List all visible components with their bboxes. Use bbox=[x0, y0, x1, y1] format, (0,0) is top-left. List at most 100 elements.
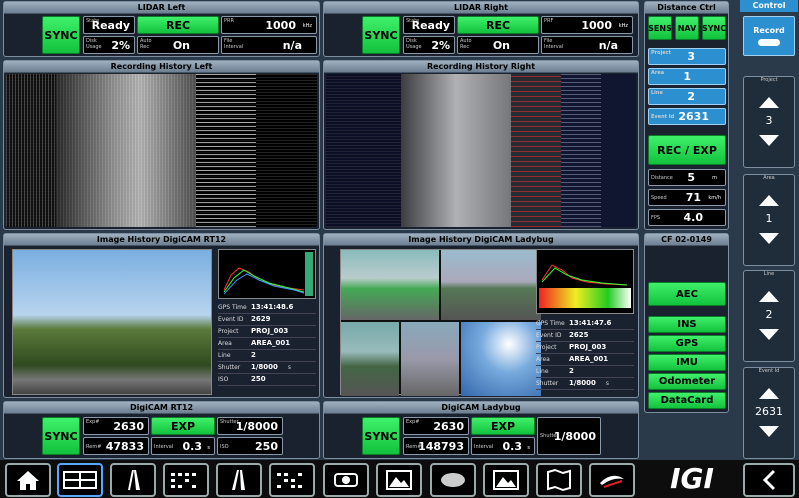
ladybug-info-table: GPS Time 13:41:47.6 Event ID 2625 Project P… bbox=[536, 318, 634, 390]
odometer-button[interactable]: Odometer bbox=[648, 373, 726, 390]
rt12-interval-field: Interval 0.3 s bbox=[151, 437, 215, 455]
event-up-button[interactable] bbox=[744, 374, 794, 405]
event-value: 2631 bbox=[755, 405, 783, 418]
distance-ctrl-title: Distance Ctrl bbox=[645, 2, 728, 14]
line-down-button[interactable] bbox=[744, 321, 794, 348]
lidar-right-prf-field: PRF 1000 kHz bbox=[541, 16, 633, 34]
digicam-ladybug-panel: DigiCAM Ladybug SYNC Exp# 2630 EXP Shutte… bbox=[323, 401, 639, 459]
image-history-rt12-title: Image History DigiCAM RT12 bbox=[4, 234, 319, 246]
lidar-left-rec-button[interactable]: REC bbox=[137, 16, 219, 34]
line-value: 2 bbox=[765, 308, 773, 321]
road2-icon[interactable] bbox=[216, 463, 262, 497]
digicam-rt12-sync-button[interactable]: SYNC bbox=[42, 417, 80, 455]
up-arrow-icon bbox=[759, 291, 779, 302]
digicam-rt12-title: DigiCAM RT12 bbox=[4, 402, 319, 414]
lidar-left-panel: LIDAR Left SYNC State Ready REC PRR 1000 kH… bbox=[3, 1, 320, 57]
lidar-left-autorec-field: Auto Rec On bbox=[137, 36, 219, 54]
event-id-stepper: Event Id 2631 bbox=[743, 367, 795, 459]
area-down-button[interactable] bbox=[744, 225, 794, 252]
event-down-button[interactable] bbox=[744, 418, 794, 445]
car-icon[interactable] bbox=[430, 463, 476, 497]
lidar-right-rec-button[interactable]: REC bbox=[457, 16, 539, 34]
line-stepper: Line 2 bbox=[743, 270, 795, 362]
camera-icon[interactable] bbox=[323, 463, 369, 497]
cf-title: CF 02-0149 bbox=[645, 234, 728, 246]
down-arrow-icon bbox=[759, 329, 779, 340]
rt12-rem-field: Rem# 47833 bbox=[83, 437, 149, 455]
distance-ctrl-panel: Distance Ctrl SENS NAV SYNC Project 3 Are… bbox=[644, 1, 729, 230]
lidar-right-state-field: State Ready bbox=[403, 16, 455, 34]
project-field[interactable]: Project 3 bbox=[648, 48, 726, 65]
area-value: 1 bbox=[765, 212, 773, 225]
back-icon[interactable] bbox=[743, 463, 795, 497]
ladybug-camera-mosaic bbox=[340, 249, 541, 396]
lidar-left-file-field: File Interval n/a bbox=[221, 36, 317, 54]
imu-button[interactable]: IMU bbox=[648, 354, 726, 371]
control-header: Control bbox=[740, 0, 798, 12]
datacard-button[interactable]: DataCard bbox=[648, 392, 726, 409]
digicam-rt12-panel: DigiCAM RT12 SYNC Exp# 2630 EXP Shutter 1/… bbox=[3, 401, 320, 459]
aero-icon[interactable] bbox=[589, 463, 635, 497]
lidar-left-disk-field: Disk Usage 2% bbox=[83, 36, 135, 54]
down-arrow-icon bbox=[759, 135, 779, 146]
rt12-camera-image bbox=[12, 249, 212, 395]
lidar-right-panel: LIDAR Right SYNC State Ready REC PRF 1000 k… bbox=[323, 1, 639, 57]
down-arrow-icon bbox=[759, 233, 779, 244]
ladybug-rem-field: Rem# 148793 bbox=[403, 437, 469, 455]
up-arrow-icon bbox=[759, 195, 779, 206]
dots-grid2-icon[interactable] bbox=[269, 463, 315, 497]
dots-grid-icon[interactable] bbox=[163, 463, 209, 497]
aec-button[interactable]: AEC bbox=[648, 282, 726, 306]
recording-history-left-panel: Recording History Left bbox=[3, 60, 320, 230]
down-arrow-icon bbox=[759, 426, 779, 437]
recording-history-left-plot bbox=[6, 74, 317, 227]
up-arrow-icon bbox=[759, 97, 779, 108]
igi-logo: IGI bbox=[670, 462, 714, 495]
digicam-ladybug-sync-button[interactable]: SYNC bbox=[362, 417, 400, 455]
area-stepper: Area 1 bbox=[743, 174, 795, 266]
rt12-iso-field: ISO 250 bbox=[217, 437, 283, 455]
lidar-right-file-field: File Interval n/a bbox=[541, 36, 633, 54]
lidar-left-prr-field: PRR 1000 kHz bbox=[221, 16, 317, 34]
lidar-right-sync-button[interactable]: SYNC bbox=[362, 16, 400, 54]
rt12-exp-field: Exp# 2630 bbox=[83, 417, 149, 435]
sens-button[interactable]: SENS bbox=[648, 16, 672, 40]
lidar-right-autorec-field: Auto Rec On bbox=[457, 36, 539, 54]
image-icon[interactable] bbox=[376, 463, 422, 497]
road-icon[interactable] bbox=[110, 463, 156, 497]
area-field[interactable]: Area 1 bbox=[648, 68, 726, 85]
lidar-right-disk-field: Disk Usage 2% bbox=[403, 36, 455, 54]
project-up-button[interactable] bbox=[744, 83, 794, 114]
image-history-ladybug-panel: Image History DigiCAM Ladybug GPS Time 13… bbox=[323, 233, 639, 398]
home-icon[interactable] bbox=[5, 463, 51, 497]
map-icon[interactable] bbox=[536, 463, 582, 497]
ladybug-exp-button[interactable]: EXP bbox=[471, 417, 535, 435]
recording-history-left-title: Recording History Left bbox=[4, 61, 319, 73]
lidar-right-title: LIDAR Right bbox=[324, 2, 638, 14]
gps-button[interactable]: GPS bbox=[648, 335, 726, 352]
line-up-button[interactable] bbox=[744, 277, 794, 308]
project-stepper: Project 3 bbox=[743, 76, 795, 168]
image-history-ladybug-title: Image History DigiCAM Ladybug bbox=[324, 234, 638, 246]
sync-button[interactable]: SYNC bbox=[702, 16, 726, 40]
line-field[interactable]: Line 2 bbox=[648, 88, 726, 105]
area-up-button[interactable] bbox=[744, 181, 794, 212]
recording-history-right-plot bbox=[326, 74, 636, 227]
nav-button[interactable]: NAV bbox=[675, 16, 699, 40]
ladybug-histogram bbox=[536, 249, 634, 314]
lidar-left-state-field: State Ready bbox=[83, 16, 135, 34]
record-button[interactable]: Record bbox=[743, 16, 795, 56]
rec-exp-button[interactable]: REC / EXP bbox=[648, 135, 726, 165]
rt12-info-table: GPS Time 13:41:48.6 Event ID 2629 Project P… bbox=[218, 302, 316, 386]
lidar-left-sync-button[interactable]: SYNC bbox=[42, 16, 80, 54]
cf-panel: CF 02-0149 AEC INS GPS IMU Odometer Data… bbox=[644, 233, 729, 413]
project-value: 3 bbox=[765, 114, 773, 127]
rt12-exp-button[interactable]: EXP bbox=[151, 417, 215, 435]
image2-icon[interactable] bbox=[483, 463, 529, 497]
up-arrow-icon bbox=[759, 388, 779, 399]
rt12-shutter-field: Shutter 1/8000 bbox=[217, 417, 283, 435]
project-down-button[interactable] bbox=[744, 127, 794, 154]
ins-button[interactable]: INS bbox=[648, 316, 726, 333]
layout-grid-icon[interactable] bbox=[57, 463, 103, 497]
event-id-field[interactable]: Event Id 2631 bbox=[648, 108, 726, 125]
